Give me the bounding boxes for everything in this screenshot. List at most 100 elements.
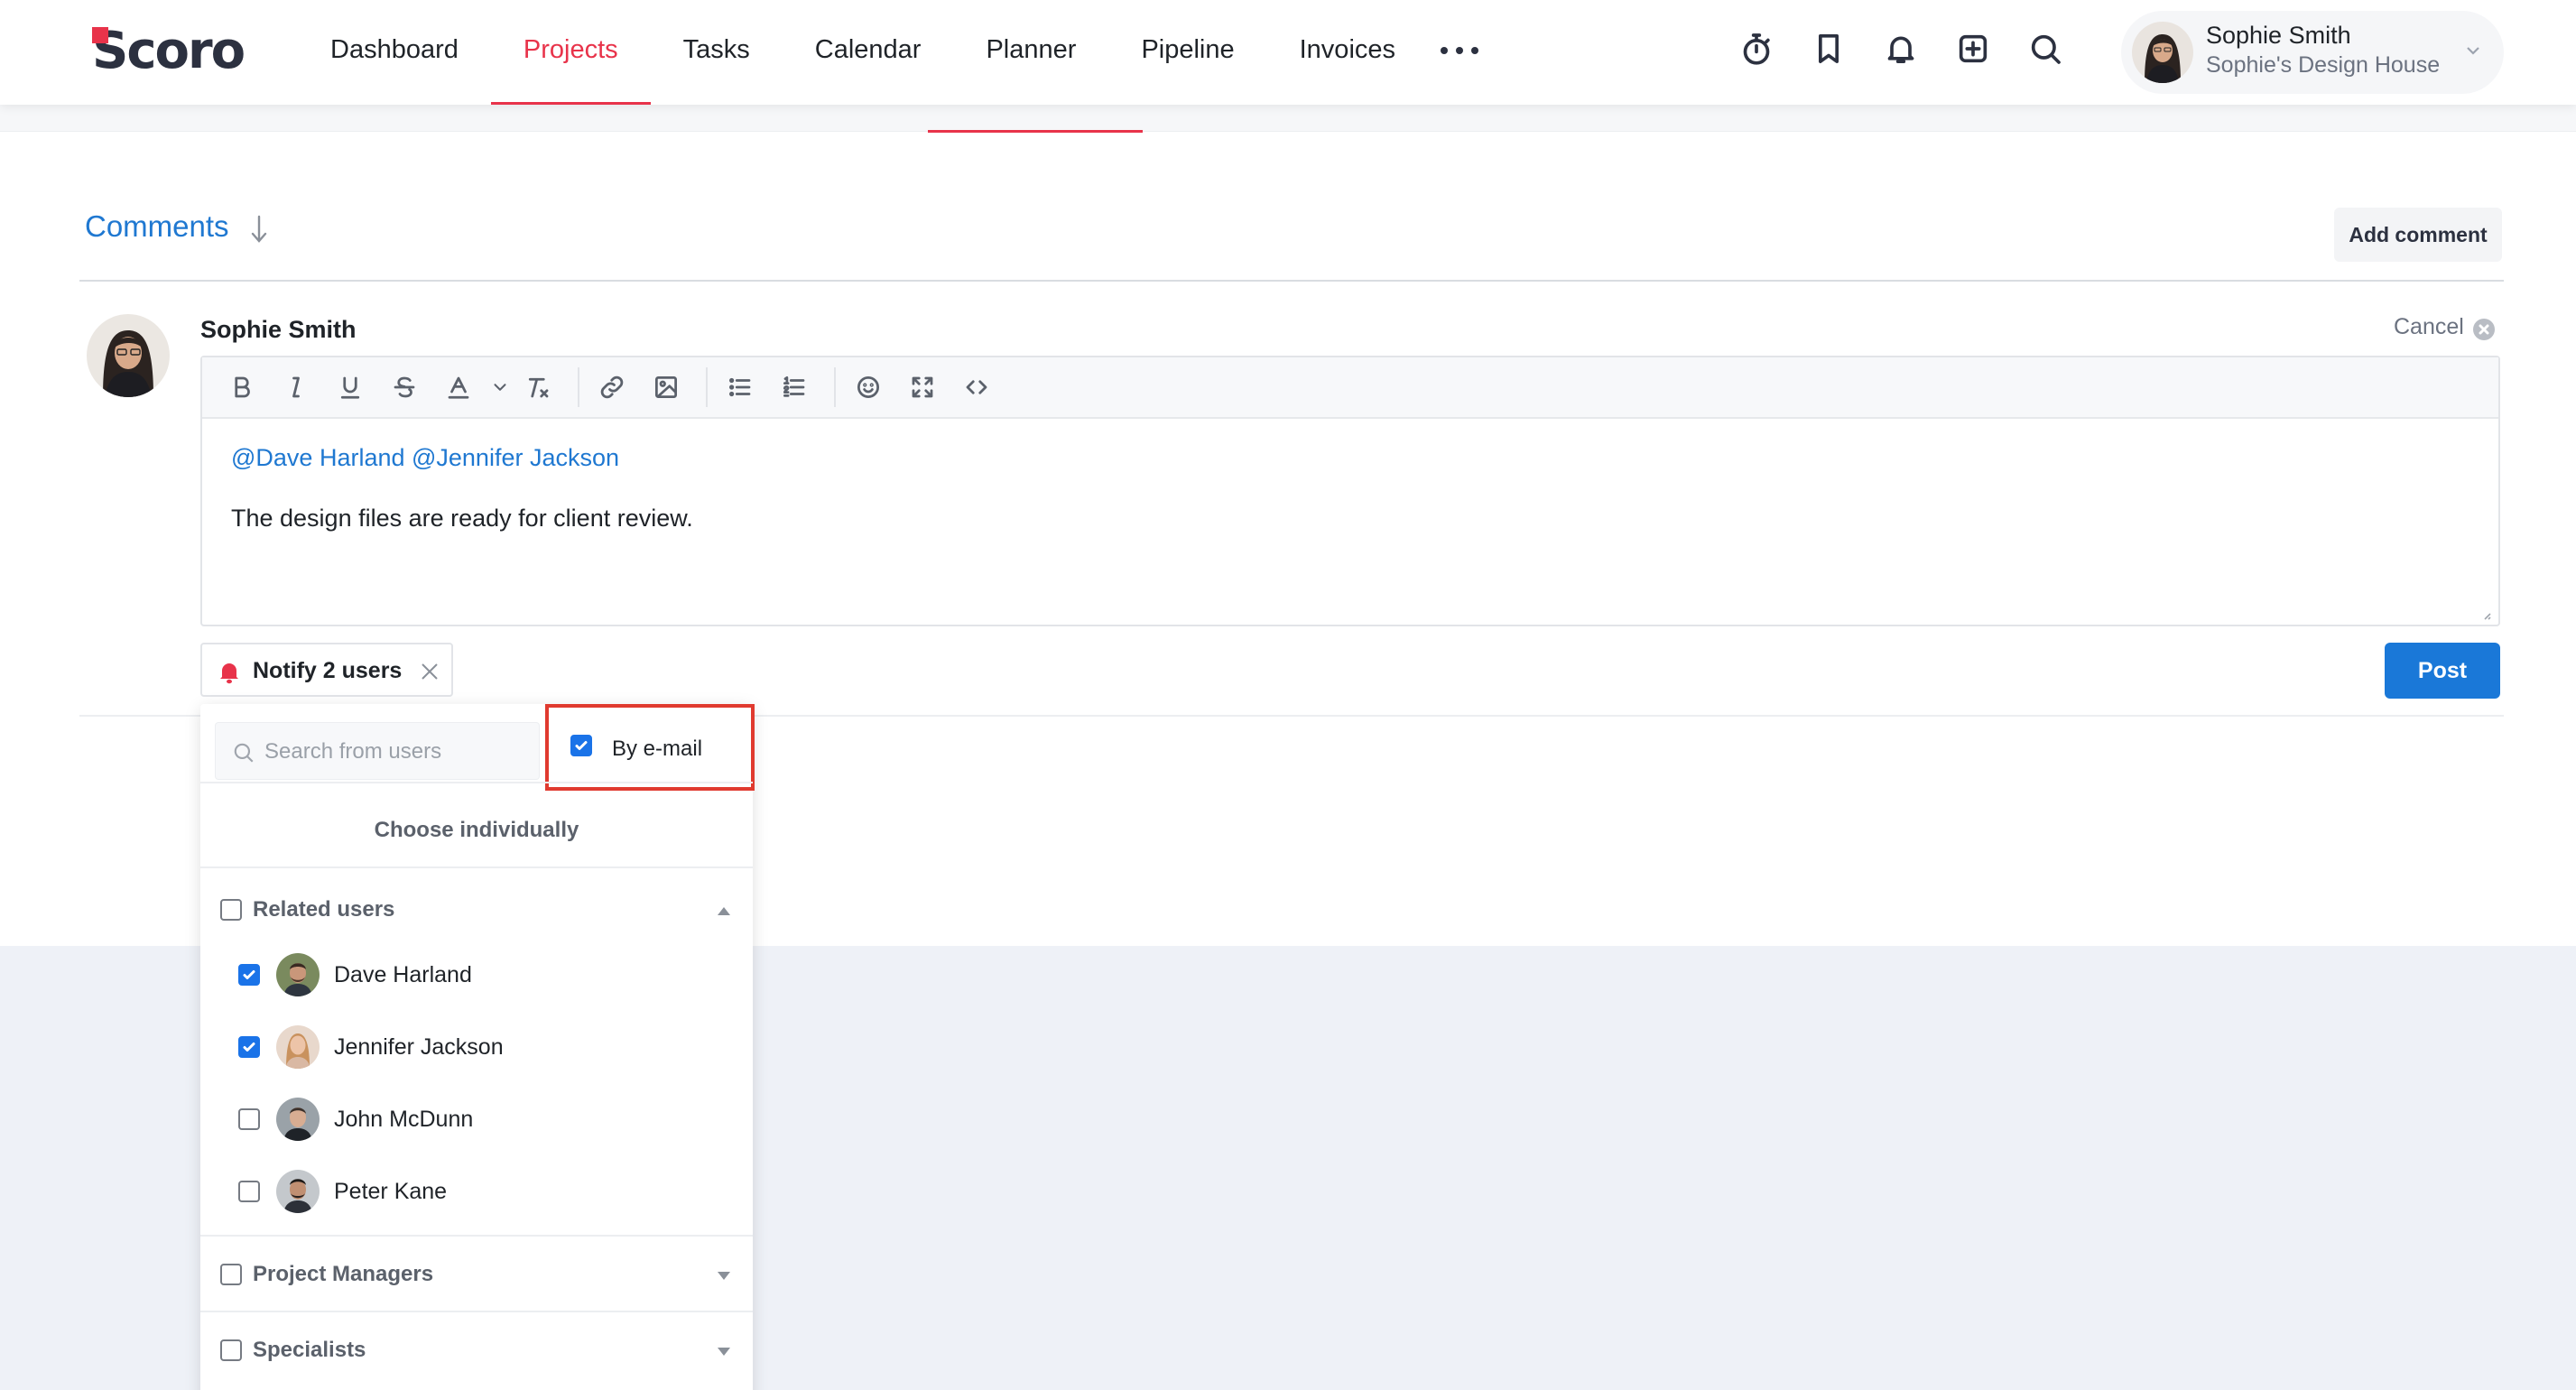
add-square-icon[interactable] — [1953, 29, 1993, 69]
avatar — [2132, 22, 2193, 83]
close-circle-icon[interactable] — [2473, 319, 2495, 340]
comments-title[interactable]: Comments — [85, 209, 229, 244]
group-checkbox[interactable] — [220, 1264, 242, 1285]
by-email-label: By e-mail — [612, 737, 703, 761]
font-color-icon[interactable] — [435, 364, 482, 411]
chevron-down-icon[interactable] — [489, 364, 511, 411]
top-actions — [1737, 29, 2065, 69]
numbered-list-icon[interactable] — [771, 364, 818, 411]
dropdown-separator — [200, 866, 753, 868]
strikethrough-icon[interactable] — [381, 364, 428, 411]
avatar — [276, 1170, 320, 1213]
user-name: Peter Kane — [334, 1179, 448, 1204]
resize-handle-icon[interactable] — [2482, 608, 2491, 620]
bell-icon — [218, 661, 240, 684]
group-label: Related users — [253, 897, 395, 922]
user-search-input[interactable] — [264, 734, 526, 770]
sort-arrow-down-icon[interactable] — [246, 213, 273, 246]
dropdown-separator — [200, 1311, 753, 1312]
main-nav: Dashboard Projects Tasks Calendar Planne… — [298, 0, 1428, 105]
close-icon[interactable] — [419, 661, 440, 682]
user-checkbox[interactable] — [238, 964, 260, 990]
underline-icon[interactable] — [327, 364, 374, 411]
choose-individually-link[interactable]: Choose individually — [200, 818, 753, 843]
nav-pipeline[interactable]: Pipeline — [1108, 0, 1266, 105]
active-subtab-indicator — [928, 130, 1143, 133]
user-checkbox[interactable] — [238, 1108, 260, 1135]
nav-planner[interactable]: Planner — [953, 0, 1108, 105]
logo-accent-mark — [92, 27, 108, 43]
user-row-jennifer-jackson[interactable]: Jennifer Jackson — [238, 1022, 726, 1072]
comments-divider — [79, 280, 2504, 282]
bell-icon[interactable] — [1881, 29, 1921, 69]
user-name: Jennifer Jackson — [334, 1034, 504, 1060]
emoji-icon[interactable] — [845, 364, 892, 411]
cancel-link[interactable]: Cancel — [2394, 314, 2464, 340]
notify-dropdown: By e-mail Choose individually Related us… — [200, 704, 755, 1390]
search-icon — [232, 741, 255, 764]
user-row-dave-harland[interactable]: Dave Harland — [238, 950, 726, 1000]
group-label: Specialists — [253, 1338, 366, 1362]
add-comment-button[interactable]: Add comment — [2334, 208, 2502, 262]
comment-author-name: Sophie Smith — [200, 316, 357, 343]
user-menu[interactable]: Sophie Smith Sophie's Design House — [2121, 11, 2504, 94]
caret-down-icon[interactable] — [717, 1269, 731, 1280]
author-avatar — [87, 314, 170, 397]
post-button[interactable]: Post — [2385, 643, 2500, 699]
user-checkbox[interactable] — [238, 1036, 260, 1062]
project-tabs-band — [0, 105, 2576, 132]
scoro-logo[interactable]: Scoro — [92, 23, 246, 79]
link-icon[interactable] — [588, 364, 635, 411]
avatar — [276, 1025, 320, 1069]
group-checkbox[interactable] — [220, 1339, 242, 1361]
comment-editor: @Dave Harland @Jennifer Jackson The desi… — [200, 356, 2500, 626]
bookmark-icon[interactable] — [1809, 29, 1849, 69]
nav-calendar[interactable]: Calendar — [783, 0, 954, 105]
nav-tasks[interactable]: Tasks — [651, 0, 783, 105]
chevron-down-icon — [2464, 42, 2482, 60]
user-name: John McDunn — [334, 1107, 474, 1132]
comment-body-text[interactable]: The design files are ready for client re… — [231, 505, 2451, 533]
group-specialists[interactable]: Specialists — [220, 1332, 735, 1368]
toolbar-separator — [706, 367, 708, 407]
dropdown-separator — [200, 782, 753, 783]
group-label: Project Managers — [253, 1262, 434, 1286]
caret-up-icon[interactable] — [717, 904, 731, 915]
clear-format-icon[interactable] — [514, 364, 561, 411]
app-root: Scoro Dashboard Projects Tasks Calendar … — [0, 0, 2576, 1390]
by-email-checkbox[interactable] — [570, 735, 592, 761]
notify-users-button[interactable]: Notify 2 users — [200, 643, 453, 697]
nav-projects[interactable]: Projects — [490, 0, 651, 105]
user-row-john-mcdunn[interactable]: John McDunn — [238, 1094, 726, 1144]
user-row-peter-kane[interactable]: Peter Kane — [238, 1166, 726, 1217]
mentions-text[interactable]: @Dave Harland @Jennifer Jackson — [231, 444, 2451, 472]
user-search-box[interactable] — [215, 722, 540, 780]
bullet-list-icon[interactable] — [717, 364, 764, 411]
avatar — [276, 953, 320, 996]
user-checkbox[interactable] — [238, 1181, 260, 1207]
notify-label: Notify 2 users — [253, 658, 403, 683]
fullscreen-icon[interactable] — [899, 364, 946, 411]
editor-toolbar — [202, 357, 2498, 419]
by-email-option[interactable]: By e-mail — [545, 704, 755, 791]
search-icon[interactable] — [2025, 29, 2065, 69]
bold-icon[interactable] — [218, 364, 265, 411]
user-company: Sophie's Design House — [2206, 52, 2441, 78]
caret-down-icon[interactable] — [717, 1345, 731, 1356]
group-checkbox[interactable] — [220, 899, 242, 921]
toolbar-separator — [834, 367, 836, 407]
editor-content[interactable]: @Dave Harland @Jennifer Jackson The desi… — [231, 444, 2451, 533]
image-icon[interactable] — [643, 364, 690, 411]
dropdown-separator — [200, 1235, 753, 1237]
user-name: Sophie Smith — [2206, 22, 2351, 49]
italic-icon[interactable] — [273, 364, 320, 411]
nav-dashboard[interactable]: Dashboard — [298, 0, 491, 105]
nav-invoices[interactable]: Invoices — [1267, 0, 1428, 105]
user-name: Dave Harland — [334, 962, 472, 987]
group-project-managers[interactable]: Project Managers — [220, 1256, 735, 1293]
timer-icon[interactable] — [1737, 29, 1776, 69]
more-dots-icon[interactable] — [1441, 34, 1478, 67]
group-related-users[interactable]: Related users — [220, 892, 735, 928]
avatar — [276, 1098, 320, 1141]
code-icon[interactable] — [953, 364, 1000, 411]
